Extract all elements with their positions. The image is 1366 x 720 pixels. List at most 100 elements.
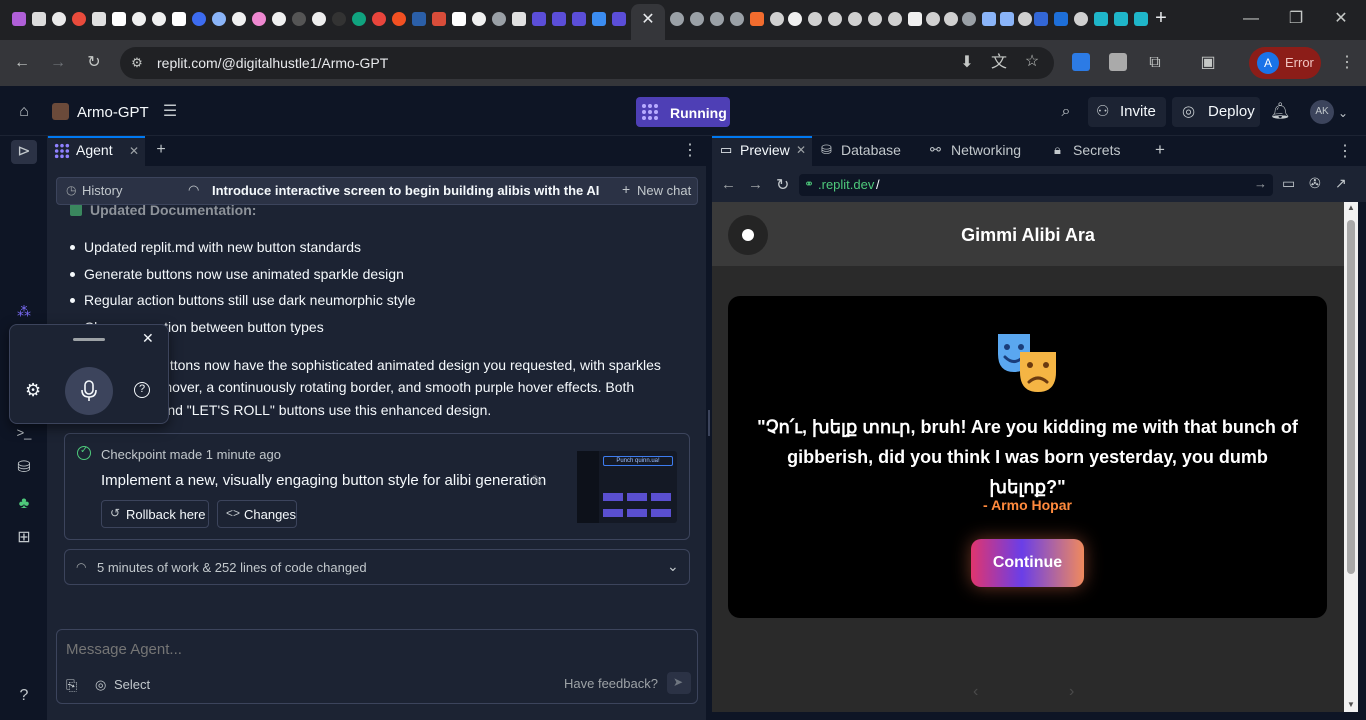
close-tab-icon[interactable]: ✕ (124, 142, 144, 160)
pane-menu-icon[interactable]: ⋮ (1337, 141, 1353, 161)
send-button[interactable]: ➤ (667, 672, 691, 694)
tab-favicon[interactable] (72, 12, 86, 26)
tab-favicon[interactable] (352, 12, 366, 26)
tab-favicon[interactable] (472, 12, 486, 26)
scroll-down-arrow[interactable]: ▼ (1347, 700, 1355, 709)
devtools-wrench-icon[interactable]: ✇ (1309, 175, 1321, 192)
tab-favicon[interactable] (808, 12, 822, 26)
preview-forward-icon[interactable]: → (748, 176, 763, 193)
tab-favicon[interactable] (12, 12, 26, 26)
select-button[interactable]: Select (114, 677, 150, 692)
close-tab-icon[interactable]: ✕ (638, 11, 658, 29)
preview-url-host[interactable]: .replit.dev (818, 177, 874, 192)
tab-favicon[interactable] (252, 12, 266, 26)
browser-menu-icon[interactable]: ⋮ (1337, 54, 1357, 72)
feedback-link[interactable]: Have feedback? (564, 676, 658, 691)
back-arrow-icon[interactable]: ← (12, 54, 32, 72)
tab-favicon[interactable] (532, 12, 546, 26)
tab-preview-label[interactable]: Preview (740, 142, 790, 158)
new-tab-button[interactable]: + (1151, 8, 1171, 28)
device-preview-icon[interactable]: ▭ (1282, 175, 1295, 192)
tab-favicon[interactable] (612, 12, 626, 26)
tab-favicon[interactable] (512, 12, 526, 26)
bookmark-star-icon[interactable]: ☆ (1022, 53, 1042, 71)
tab-favicon[interactable] (332, 12, 346, 26)
tab-favicon[interactable] (372, 12, 386, 26)
secrets-tree-icon[interactable]: ♣ (14, 495, 34, 513)
chevron-down-icon[interactable]: ⌄ (667, 558, 679, 575)
extension-icon[interactable] (1072, 53, 1090, 71)
invite-button[interactable]: ⚇ Invite (1088, 97, 1166, 127)
tab-favicon[interactable] (1000, 12, 1014, 26)
tab-favicon[interactable] (690, 12, 704, 26)
tab-favicon[interactable] (552, 12, 566, 26)
tab-favicon[interactable] (1018, 12, 1032, 26)
search-icon[interactable]: ⌕ (1056, 103, 1076, 121)
tab-database[interactable]: Database (841, 142, 901, 158)
tab-favicon[interactable] (52, 12, 66, 26)
github-icon[interactable] (788, 12, 802, 26)
tab-favicon[interactable] (1114, 12, 1128, 26)
tab-favicon[interactable] (452, 12, 466, 26)
profile-avatar[interactable]: A (1257, 52, 1279, 74)
tab-favicon[interactable] (572, 12, 586, 26)
tab-favicon[interactable] (750, 12, 764, 26)
tab-favicon[interactable] (1034, 12, 1048, 26)
tab-favicon[interactable] (982, 12, 996, 26)
tab-favicon[interactable] (412, 12, 426, 26)
tab-favicon[interactable] (868, 12, 882, 26)
tab-favicon[interactable] (770, 12, 784, 26)
continue-button[interactable]: Continue (971, 539, 1084, 587)
new-chat-icon[interactable]: + (622, 181, 630, 197)
tab-favicon[interactable] (212, 12, 226, 26)
history-button[interactable]: History (82, 183, 122, 198)
tab-favicon[interactable] (1054, 12, 1068, 26)
side-panel-icon[interactable]: ▣ (1198, 54, 1218, 72)
deploy-button[interactable]: ◎ Deploy (1172, 97, 1260, 127)
tab-favicon[interactable] (32, 12, 46, 26)
home-icon[interactable]: ⌂ (14, 103, 34, 121)
close-icon[interactable]: ✕ (142, 330, 154, 347)
translate-icon[interactable]: 文 (989, 54, 1009, 72)
reload-icon[interactable]: ↻ (84, 54, 104, 72)
running-label[interactable]: Running (670, 105, 727, 121)
close-tab-icon[interactable]: ✕ (796, 143, 806, 157)
tab-favicon[interactable] (312, 12, 326, 26)
all-tools-icon[interactable]: ⊞ (14, 529, 34, 547)
close-window-button[interactable]: ✕ (1331, 10, 1351, 28)
add-tab-icon[interactable]: + (151, 141, 171, 159)
user-avatar[interactable]: AK (1310, 100, 1334, 124)
restore-window-button[interactable]: ❐ (1286, 10, 1306, 28)
extension-icon[interactable] (1109, 53, 1127, 71)
tab-favicon[interactable] (592, 12, 606, 26)
checkpoint-screenshot-thumbnail[interactable]: Punch quinn.ua! (577, 451, 677, 523)
tab-favicon[interactable] (432, 12, 446, 26)
github-icon[interactable] (232, 12, 246, 26)
tab-favicon[interactable] (848, 12, 862, 26)
preview-url-path[interactable]: / (876, 177, 880, 192)
rollback-button[interactable]: ↺ Rollback here (101, 500, 209, 528)
database-icon[interactable]: ⛁ (14, 459, 34, 477)
repl-name[interactable]: Armo-GPT (77, 104, 149, 121)
tab-favicon[interactable] (926, 12, 940, 26)
drag-handle[interactable] (73, 338, 105, 341)
tab-favicon[interactable] (1074, 12, 1088, 26)
go-arrow-icon[interactable]: → (1254, 176, 1267, 191)
tab-favicon[interactable] (1134, 12, 1148, 26)
open-new-tab-icon[interactable]: ↗ (1335, 175, 1347, 192)
add-tab-icon[interactable]: + (1155, 140, 1165, 160)
tab-favicon[interactable] (492, 12, 506, 26)
agent-icon[interactable]: ⁂ (14, 302, 34, 320)
select-target-icon[interactable]: ◎ (95, 677, 106, 693)
tab-favicon[interactable] (710, 12, 724, 26)
scrollbar-thumb[interactable] (1347, 220, 1355, 574)
help-icon[interactable]: ? (14, 687, 34, 705)
pane-menu-icon[interactable]: ⋮ (680, 142, 700, 160)
edit-pencil-icon[interactable]: ✎ (531, 472, 544, 490)
preview-back-icon[interactable]: ← (721, 176, 736, 193)
tab-favicon[interactable] (670, 12, 684, 26)
tab-networking[interactable]: Networking (951, 142, 1021, 158)
tab-secrets[interactable]: Secrets (1073, 142, 1120, 158)
tab-favicon[interactable] (392, 12, 406, 26)
preview-reload-icon[interactable]: ↻ (776, 175, 789, 195)
